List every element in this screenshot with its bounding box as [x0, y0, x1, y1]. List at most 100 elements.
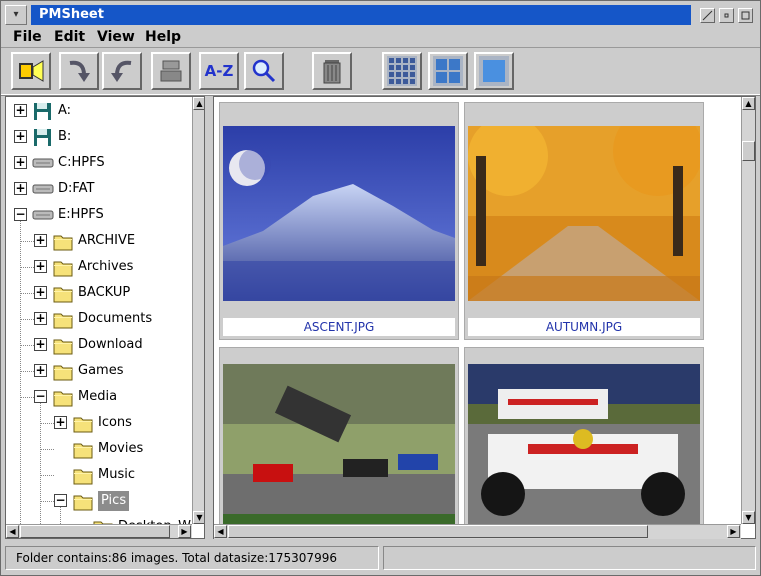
tree-item-label: Icons [98, 415, 132, 430]
scroll-down-arrow-icon[interactable]: ▼ [193, 511, 204, 524]
next-button[interactable] [59, 52, 99, 90]
scroll-thumb[interactable] [228, 525, 648, 538]
menu-edit[interactable]: Edit [54, 28, 85, 46]
tree-connector [40, 449, 54, 450]
tree-item[interactable]: + ARCHIVE [6, 231, 192, 251]
thumbnail-pane: ASCENT.JPG AUTUMN.JPG [213, 96, 756, 539]
tree-item[interactable]: + Archives [6, 257, 192, 277]
menu-help[interactable]: Help [145, 28, 181, 46]
expand-icon[interactable]: + [14, 104, 27, 117]
tree-item[interactable]: + D:FAT [6, 179, 192, 199]
expand-icon[interactable]: + [14, 130, 27, 143]
hard-drive-icon [32, 158, 54, 168]
tree-connector [40, 423, 54, 424]
tree-connector [20, 293, 34, 294]
thumbnail-cell[interactable] [464, 347, 704, 538]
zoom-button[interactable] [244, 52, 284, 90]
hide-window-icon[interactable] [700, 8, 715, 23]
medium-grid-view-button[interactable] [428, 52, 468, 90]
expand-icon[interactable]: + [34, 234, 47, 247]
folder-icon [53, 235, 73, 251]
scroll-thumb[interactable] [20, 525, 170, 538]
thumbnail-cell[interactable]: ASCENT.JPG [219, 102, 459, 340]
open-viewer-button[interactable] [11, 52, 51, 90]
single-view-button[interactable] [474, 52, 514, 90]
pane-splitter[interactable] [206, 96, 212, 539]
folder-icon [53, 365, 73, 381]
tree-item[interactable]: − Pics [6, 491, 192, 511]
expand-icon[interactable]: + [34, 338, 47, 351]
thumbnails-horizontal-scrollbar[interactable]: ◀ ▶ [214, 524, 741, 539]
minimize-icon[interactable] [719, 8, 734, 23]
four-grid-icon [433, 56, 463, 86]
tree-item-label: E:HPFS [58, 207, 104, 222]
tree-connector [20, 397, 34, 398]
tree-item[interactable]: Movies [6, 439, 192, 459]
scroll-right-arrow-icon[interactable]: ▶ [178, 525, 191, 538]
tree-item[interactable]: + Icons [6, 413, 192, 433]
scroll-thumb[interactable] [742, 141, 755, 161]
menu-bar: File Edit View Help [1, 27, 760, 48]
tree-horizontal-scrollbar[interactable]: ◀ ▶ [6, 524, 192, 538]
tree-item-label: Desktop_W [118, 517, 191, 524]
expand-icon[interactable]: + [54, 416, 67, 429]
tree-vertical-scrollbar[interactable]: ▲ ▼ [192, 97, 204, 524]
slideshow-button[interactable] [151, 52, 191, 90]
tree-item[interactable]: + Documents [6, 309, 192, 329]
previous-button[interactable] [102, 52, 142, 90]
status-text: Folder contains:86 images. Total datasiz… [5, 546, 379, 570]
scroll-left-arrow-icon[interactable]: ◀ [214, 525, 227, 538]
thumbnail-cell[interactable] [219, 347, 459, 538]
menu-file[interactable]: File [13, 28, 42, 46]
delete-button[interactable] [312, 52, 352, 90]
thumbnails-vertical-scrollbar[interactable]: ▲ ▼ [741, 97, 755, 524]
folder-icon [73, 495, 93, 511]
hard-drive-icon [32, 210, 54, 220]
collapse-icon[interactable]: − [54, 494, 67, 507]
scroll-right-arrow-icon[interactable]: ▶ [727, 525, 740, 538]
tree-item[interactable]: − Media [6, 387, 192, 407]
menu-view[interactable]: View [97, 28, 135, 46]
thumbnail-cell[interactable]: AUTUMN.JPG [464, 102, 704, 340]
tree-item-label: BACKUP [78, 285, 131, 300]
system-menu-icon[interactable]: ▾ [5, 5, 27, 25]
expand-icon[interactable]: + [34, 312, 47, 325]
scroll-up-arrow-icon[interactable]: ▲ [193, 97, 204, 110]
maximize-icon[interactable] [738, 8, 753, 23]
scroll-up-arrow-icon[interactable]: ▲ [742, 97, 755, 110]
tree-item-label: Pics [98, 491, 130, 511]
app-window: ▾ PMSheet File Edit View Help A-Z + A: +… [0, 0, 761, 576]
tree-item-label: Archives [78, 259, 134, 274]
expand-icon[interactable]: + [14, 156, 27, 169]
collapse-icon[interactable]: − [34, 390, 47, 403]
expand-icon[interactable]: + [34, 286, 47, 299]
thumbnail-caption: AUTUMN.JPG [468, 318, 700, 336]
sort-az-button[interactable]: A-Z [199, 52, 239, 90]
collapse-icon[interactable]: − [14, 208, 27, 221]
tree-item[interactable]: − E:HPFS [6, 205, 192, 225]
single-image-icon [479, 56, 509, 86]
tree-item[interactable]: + Download [6, 335, 192, 355]
expand-icon[interactable]: + [34, 364, 47, 377]
large-grid-view-button[interactable] [382, 52, 422, 90]
hard-drive-icon [32, 184, 54, 194]
folder-tree-pane: + A: + B: + C:HPFS + D:FAT − E:HPFS + ARCHIVE + Archi… [5, 96, 205, 539]
tree-connector [20, 371, 34, 372]
scroll-left-arrow-icon[interactable]: ◀ [6, 525, 19, 538]
tree-item[interactable]: + B: [6, 127, 192, 147]
title-bar: ▾ PMSheet [3, 4, 758, 26]
tree-item[interactable]: Desktop_W [6, 517, 192, 524]
tree-item[interactable]: + C:HPFS [6, 153, 192, 173]
tree-item[interactable]: + BACKUP [6, 283, 192, 303]
scroll-down-arrow-icon[interactable]: ▼ [742, 511, 755, 524]
expand-icon[interactable]: + [34, 260, 47, 273]
tree-item-label: C:HPFS [58, 155, 105, 170]
folder-icon [73, 417, 93, 433]
tree-item[interactable]: + Games [6, 361, 192, 381]
tree-item[interactable]: Music [6, 465, 192, 485]
folder-icon [53, 261, 73, 277]
tree-item[interactable]: + A: [6, 101, 192, 121]
expand-icon[interactable]: + [14, 182, 27, 195]
tree-connector [40, 475, 54, 476]
tree-item-label: B: [58, 129, 72, 144]
